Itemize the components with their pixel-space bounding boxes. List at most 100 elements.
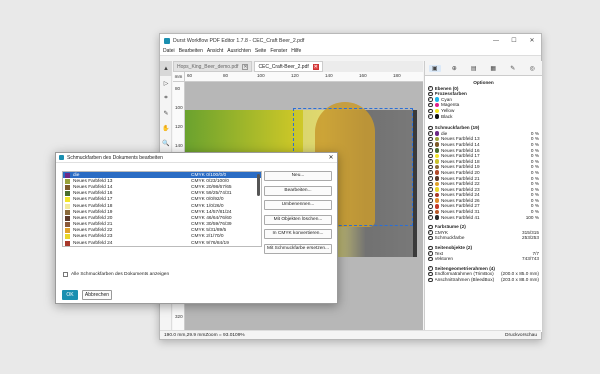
list-item[interactable]: ✓ Neues Farbfeld 41 100 % <box>428 215 539 221</box>
check-icon[interactable]: ✓ <box>428 91 433 97</box>
check-icon[interactable]: ✓ <box>428 203 433 209</box>
list-item[interactable]: ✓ Anschnittrahmen (BleedBox) (203.0 x 88.0… <box>428 277 539 283</box>
spot-cmyk: CMYK 5/31/89/5 <box>191 228 227 234</box>
inspector-icon[interactable]: ▣ <box>428 64 441 72</box>
check-icon[interactable]: ✓ <box>428 108 433 114</box>
table-row[interactable]: Neues Farbfeld 19 CMYK 14/57/81/24 <box>63 209 261 215</box>
zoom-tool-icon[interactable]: 🔍 <box>160 136 172 151</box>
color-swatch <box>65 222 70 228</box>
check-icon[interactable]: ✓ <box>428 136 433 142</box>
pages-icon[interactable]: ▦ <box>487 65 499 72</box>
hand-tool-icon[interactable]: ✋ <box>160 121 172 136</box>
convert-to-cmyk-button[interactable]: In CMYK konvertieren... <box>264 229 332 239</box>
color-swatch <box>434 97 439 102</box>
check-icon[interactable]: ✓ <box>428 176 433 181</box>
list-item[interactable]: ✓ Vektoren 743/743 <box>428 256 539 262</box>
new-button[interactable]: Neu... <box>264 171 332 181</box>
check-icon[interactable]: ✓ <box>428 148 433 153</box>
check-icon[interactable]: ✓ <box>428 97 433 102</box>
check-icon[interactable]: ✓ <box>428 187 433 192</box>
check-icon[interactable]: ✓ <box>428 170 433 175</box>
minimize-button[interactable]: — <box>487 34 505 47</box>
close-icon[interactable]: ✕ <box>325 154 337 161</box>
check-icon[interactable]: ✓ <box>428 102 433 108</box>
list-item[interactable]: ✓ Schmuckfarbe 253/253 <box>428 235 539 241</box>
close-button[interactable]: ✕ <box>523 34 541 47</box>
layers-icon[interactable]: ▤ <box>468 65 480 72</box>
check-icon[interactable]: ✓ <box>428 114 433 119</box>
item-label: Anschnittrahmen (BleedBox) <box>434 277 495 282</box>
ruler-tick: 160 <box>359 73 367 78</box>
check-icon[interactable]: ✓ <box>428 266 433 271</box>
scrollbar[interactable] <box>257 174 260 196</box>
table-row[interactable]: Neues Farbfeld 21 CMYK 30/59/76/39 <box>63 222 261 228</box>
check-icon[interactable]: ✓ <box>428 271 433 277</box>
item-value: 743/743 <box>522 256 539 262</box>
check-icon[interactable]: ✓ <box>428 181 433 187</box>
table-row[interactable]: Neues Farbfeld 20 CMYK 46/64/76/60 <box>63 215 261 221</box>
tab-close-icon[interactable]: ✕ <box>312 63 319 70</box>
delete-with-objects-button[interactable]: Mit Objekten löschen... <box>264 214 332 225</box>
spot-cmyk: CMYK 0/0/92/0 <box>191 197 224 203</box>
show-all-checkbox[interactable] <box>63 272 68 277</box>
check-icon[interactable]: ✓ <box>428 230 433 235</box>
ruler-tick: 180 <box>393 73 401 78</box>
check-icon[interactable]: ✓ <box>428 86 433 91</box>
table-row[interactable]: Neues Farbfeld 14 CMYK 20/98/67/65 <box>63 184 261 190</box>
color-swatch <box>434 181 439 187</box>
check-icon[interactable]: ✓ <box>428 215 433 220</box>
check-icon[interactable]: ✓ <box>428 245 433 251</box>
spot-color-list[interactable]: die CMYK 0/100/0/0 Neues Farbfeld 13 CMYK 0… <box>62 171 262 247</box>
check-icon[interactable]: ✓ <box>428 142 433 147</box>
menu-datei[interactable]: Datei <box>163 48 175 54</box>
check-icon[interactable]: ✓ <box>428 277 433 283</box>
color-swatch <box>65 197 70 203</box>
spot-color-dialog: Schmuckfarben des Dokuments bearbeiten ✕… <box>55 152 338 304</box>
ok-button[interactable]: OK <box>62 290 78 300</box>
check-icon[interactable]: ✓ <box>428 164 433 170</box>
check-icon[interactable]: ✓ <box>428 256 433 262</box>
tab-cec-craft-beer[interactable]: CEC_Craft-Beer_2.pdf ✕ <box>254 61 323 72</box>
menu-hilfe[interactable]: Hilfe <box>291 48 301 54</box>
menu-ausrichten[interactable]: Ausrichten <box>227 48 251 54</box>
menu-fenster[interactable]: Fenster <box>270 48 287 54</box>
tab-close-icon[interactable]: ✕ <box>242 63 249 70</box>
list-item[interactable]: ✓ Black <box>428 114 539 120</box>
crop-tool-icon[interactable]: ⌗ <box>160 91 172 106</box>
status-print-preview[interactable]: Druckvorschau <box>505 333 537 338</box>
pen-tool-icon[interactable]: ✎ <box>160 106 172 121</box>
menu-seite[interactable]: Seite <box>255 48 266 54</box>
check-icon[interactable]: ✓ <box>428 125 433 131</box>
ruler-tick: 80 <box>175 86 181 91</box>
menu-bearbeiten[interactable]: Bearbeiten <box>179 48 203 54</box>
table-row[interactable]: Neues Farbfeld 16 CMYK 59/25/74/31 <box>63 191 261 197</box>
seitenobj-list: ✓ Text 7/7 ✓ Vektoren 743/743 <box>428 251 539 262</box>
select-tool-icon[interactable]: ▲ <box>160 61 172 76</box>
zoom-icon[interactable]: ⊕ <box>448 65 460 72</box>
maximize-button[interactable]: ☐ <box>505 34 523 47</box>
tab-hops-king[interactable]: Hops_King_Beer_demo.pdf ✕ <box>173 61 253 72</box>
check-icon[interactable]: ✓ <box>428 209 433 215</box>
ruler-tick: 140 <box>175 143 183 148</box>
check-icon[interactable]: ✓ <box>428 235 433 241</box>
edit-icon[interactable]: ✎ <box>507 65 519 72</box>
rename-button[interactable]: Umbenennen... <box>264 200 332 210</box>
check-icon[interactable]: ✓ <box>428 153 433 159</box>
color-swatch <box>65 178 70 184</box>
edit-button[interactable]: Bearbeiten... <box>264 185 332 196</box>
table-row[interactable]: Neues Farbfeld 24 CMYK 9/76/84/19 <box>63 240 261 246</box>
cancel-button[interactable]: Abbrechen <box>82 290 112 300</box>
direct-select-tool-icon[interactable]: ▷ <box>160 76 172 91</box>
check-icon[interactable]: ✓ <box>428 198 433 203</box>
spot-cmyk: CMYK 14/57/81/24 <box>191 209 232 215</box>
show-all-option[interactable]: Alle Schmuckfarben des Dokuments anzeige… <box>63 272 169 277</box>
check-icon[interactable]: ✓ <box>428 251 433 256</box>
color-swatch <box>65 184 70 190</box>
menu-ansicht[interactable]: Ansicht <box>207 48 223 54</box>
check-icon[interactable]: ✓ <box>428 224 433 230</box>
replace-with-spot-button[interactable]: Mit Schmuckfarbe ersetzen... <box>264 243 332 254</box>
check-icon[interactable]: ✓ <box>428 192 433 198</box>
check-icon[interactable]: ✓ <box>428 131 433 136</box>
check-icon[interactable]: ✓ <box>428 159 433 164</box>
preview-icon[interactable]: ◎ <box>526 65 538 72</box>
